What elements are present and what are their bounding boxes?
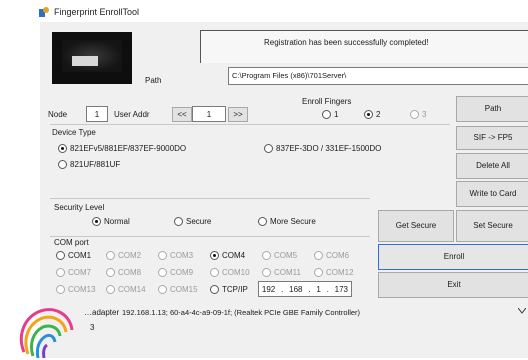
app-icon	[38, 6, 50, 18]
com-option-com12[interactable]: COM12	[314, 268, 354, 278]
radio-icon	[258, 217, 267, 227]
radio-selected-icon	[364, 110, 373, 120]
com-option-com3[interactable]: COM3	[158, 251, 193, 261]
com-option-com14[interactable]: COM14	[106, 285, 146, 295]
status-message: Registration has been successfully compl…	[264, 38, 429, 47]
exit-button[interactable]: Exit	[378, 272, 528, 298]
ip-octet-3: 1	[316, 284, 321, 294]
delete-all-button[interactable]: Delete All	[456, 153, 528, 179]
device-type-option-1[interactable]: 837EF-3DO / 331EF-1500DO	[264, 144, 381, 154]
radio-icon	[410, 110, 419, 120]
chevron-down-icon[interactable]	[517, 307, 527, 316]
path-value: C:\Program Files (x86)\701Server\	[232, 71, 347, 80]
network-adapter-value: 192.168.1.13; 60-a4-4c-a9-09-1f; (Realte…	[122, 308, 361, 317]
device-type-option-0[interactable]: 821EFv5/881EF/837EF-9000DO	[58, 144, 186, 154]
sif-to-fp5-button[interactable]: SIF -> FP5	[456, 126, 528, 150]
enroll-finger-option-1[interactable]: 1	[322, 110, 338, 120]
radio-icon	[314, 268, 323, 278]
footer-fragment: 3	[90, 323, 95, 332]
divider	[50, 236, 370, 237]
com-option-com2[interactable]: COM2	[106, 251, 141, 261]
com-option-com7[interactable]: COM7	[56, 268, 91, 278]
radio-selected-icon	[92, 217, 101, 227]
enroll-finger-option-3[interactable]: 3	[410, 110, 426, 120]
next-user-button[interactable]: >>	[228, 107, 248, 122]
radio-icon	[106, 268, 115, 278]
security-option-more-secure[interactable]: More Secure	[258, 217, 316, 227]
set-secure-button[interactable]: Set Secure	[456, 210, 528, 242]
com-option-com9[interactable]: COM9	[158, 268, 193, 278]
radio-icon	[106, 285, 115, 295]
com-option-com13[interactable]: COM13	[56, 285, 96, 295]
radio-icon	[262, 268, 271, 278]
get-secure-button[interactable]: Get Secure	[378, 210, 454, 242]
fingerprint-preview	[52, 32, 132, 84]
radio-icon	[174, 217, 183, 227]
com-option-tcpip[interactable]: TCP/IP	[210, 285, 248, 295]
divider	[50, 124, 450, 125]
radio-icon	[58, 160, 67, 170]
radio-icon	[210, 285, 219, 295]
user-addr-input[interactable]: 1	[192, 106, 226, 122]
com-option-com5[interactable]: COM5	[262, 251, 297, 261]
radio-icon	[210, 268, 219, 278]
com-option-com10[interactable]: COM10	[210, 268, 250, 278]
ip-octet-1: 192	[261, 284, 276, 294]
ip-dot: .	[326, 284, 329, 294]
com-option-com8[interactable]: COM8	[106, 268, 141, 278]
divider	[50, 198, 370, 199]
ip-dot: .	[308, 284, 311, 294]
node-input[interactable]: 1	[86, 106, 108, 122]
com-option-com1[interactable]: COM1	[56, 251, 91, 261]
enroll-finger-option-2[interactable]: 2	[364, 110, 380, 120]
com-option-com11[interactable]: COM11	[262, 268, 301, 278]
prev-user-button[interactable]: <<	[172, 107, 192, 122]
ip-octet-4: 173	[334, 284, 349, 294]
radio-icon	[158, 285, 167, 295]
radio-icon	[56, 285, 65, 295]
enroll-fingers-label: Enroll Fingers	[302, 97, 352, 106]
device-type-option-2[interactable]: 821UF/881UF	[58, 160, 120, 170]
user-addr-label: User Addr	[114, 110, 150, 119]
radio-selected-icon	[210, 251, 219, 261]
path-button[interactable]: Path	[456, 96, 528, 122]
device-type-label: Device Type	[52, 128, 96, 137]
radio-icon	[106, 251, 115, 261]
radio-icon	[314, 251, 323, 261]
enroll-button[interactable]: Enroll	[378, 244, 528, 270]
radio-icon	[158, 268, 167, 278]
path-label: Path	[145, 76, 162, 85]
radio-icon	[56, 251, 65, 261]
radio-icon	[264, 144, 273, 154]
ip-octet-2: 168	[289, 284, 303, 294]
ip-address-field[interactable]: 192. 168. 1. 173	[258, 281, 352, 297]
fingerprint-logo-icon	[14, 302, 78, 359]
radio-icon	[322, 110, 331, 120]
security-level-label: Security Level	[54, 203, 105, 212]
com-option-com6[interactable]: COM6	[314, 251, 349, 261]
radio-icon	[158, 251, 167, 261]
com-option-com4[interactable]: COM4	[210, 251, 245, 261]
security-option-normal[interactable]: Normal	[92, 217, 130, 227]
com-port-label: COM port	[54, 238, 89, 247]
node-label: Node	[48, 110, 68, 119]
window-title: Fingerprint EnrollTool	[54, 7, 140, 17]
sensor-window	[72, 56, 98, 66]
security-option-secure[interactable]: Secure	[174, 217, 211, 227]
network-adapter-label: …adapter	[84, 308, 120, 317]
write-to-card-button[interactable]: Write to Card	[456, 181, 528, 207]
radio-icon	[262, 251, 271, 261]
com-option-com15[interactable]: COM15	[158, 285, 198, 295]
radio-icon	[56, 268, 65, 278]
radio-selected-icon	[58, 144, 67, 154]
ip-dot: .	[281, 284, 284, 294]
